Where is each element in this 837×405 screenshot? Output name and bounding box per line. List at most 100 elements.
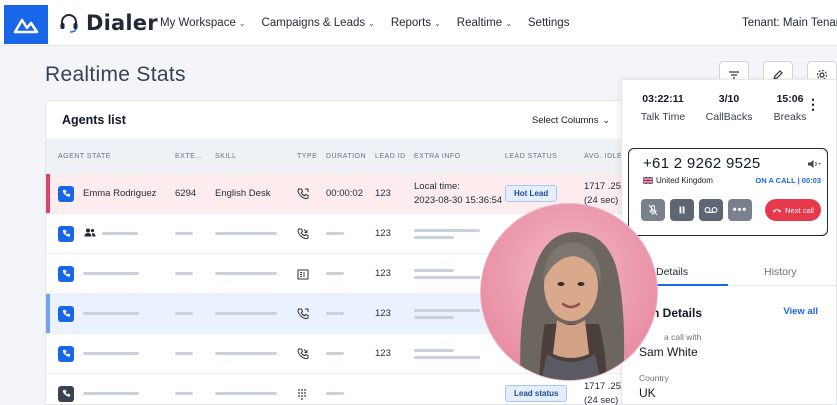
more-options-icon[interactable]: ⋮: [806, 96, 820, 113]
country-name: United Kingdom: [656, 176, 713, 185]
call-status: ON A CALL | 00:03: [755, 176, 821, 185]
chevron-down-icon: ⌄: [602, 114, 610, 125]
stat-talk-time: 03:22:11 Talk Time: [630, 93, 696, 123]
hang-up-icon: [773, 209, 782, 213]
select-columns-dropdown[interactable]: Select Columns ⌄: [532, 115, 610, 126]
duration-cell: [326, 214, 344, 253]
status-badge[interactable]: Lead status: [505, 385, 568, 402]
col-agent-state[interactable]: AGENT STATE: [58, 153, 111, 160]
stat-value: 03:22:11: [642, 93, 684, 105]
view-all-link[interactable]: View all: [783, 306, 818, 317]
nav-label: Realtime: [456, 17, 503, 29]
nav-label: Settings: [527, 17, 570, 29]
app-logo[interactable]: [4, 5, 48, 44]
col-avg-idle[interactable]: AVG. IDLE: [584, 153, 622, 160]
col-skill[interactable]: SKILL: [215, 153, 237, 160]
call-control-card: 03:22:11 Talk Time 3/10 CallBacks 15:06 …: [621, 79, 837, 405]
placeholder-bar: [414, 228, 480, 232]
outbound-call-icon: [297, 174, 309, 213]
stat-label: Talk Time: [640, 111, 686, 123]
skill-cell: [215, 334, 277, 373]
placeholder-bar: [175, 392, 193, 395]
duration-cell: [326, 294, 344, 333]
stat-label: CallBacks: [705, 111, 753, 123]
placeholder-bar: [414, 275, 480, 279]
nav-realtime[interactable]: Realtime ⌄: [457, 17, 512, 29]
next-call-label: Next call: [785, 205, 814, 215]
chevron-down-icon: ⌄: [434, 18, 441, 28]
brand-name: Dialer: [86, 11, 158, 35]
next-call-button[interactable]: Next call: [765, 199, 821, 221]
active-call-panel: +61 2 9262 9525 United Kingdom ON A CALL…: [628, 148, 828, 236]
extension-cell: [175, 334, 193, 373]
app-window: Dialer My Workspace ⌄ Campaigns & Leads ⌄ …: [0, 0, 837, 405]
placeholder-bar: [326, 232, 344, 235]
fax-icon: [297, 254, 309, 293]
col-type[interactable]: TYPE: [297, 153, 317, 160]
agent-state-cell: [58, 334, 139, 373]
details-section-title: n Details: [652, 306, 703, 320]
nav-reports[interactable]: Reports ⌄: [391, 17, 441, 29]
pause-icon: [679, 206, 685, 214]
extra-info-cell: [414, 334, 480, 373]
placeholder-bar: [102, 232, 138, 235]
status-badge[interactable]: Hot Lead: [505, 185, 558, 202]
placeholder-bar: [215, 232, 277, 235]
select-columns-label: Select Columns: [531, 114, 599, 126]
chevron-down-icon: ⌄: [238, 18, 246, 28]
agent-name: Emma Rodriguez: [83, 188, 157, 199]
phone-icon: [58, 385, 74, 402]
nav-my-workspace[interactable]: My Workspace ⌄: [160, 17, 246, 29]
stat-callbacks: 3/10 CallBacks: [696, 93, 762, 123]
in-call-label: a call with: [664, 332, 702, 342]
extension-cell: [175, 214, 193, 253]
skill-cell: English Desk: [215, 188, 271, 199]
placeholder-bar: [215, 352, 277, 355]
placeholder-bar: [414, 348, 454, 352]
col-lead-status[interactable]: LEAD STATUS: [505, 153, 557, 160]
duration-cell: [326, 254, 344, 293]
voicemail-icon: [704, 207, 718, 213]
placeholder-bar: [414, 268, 454, 272]
headset-icon: [60, 14, 78, 33]
agent-photo: [480, 203, 658, 381]
uk-flag-icon: [643, 177, 653, 184]
phone-icon: [58, 225, 74, 242]
phone-icon: [58, 265, 74, 282]
more-actions-button[interactable]: •••: [728, 199, 752, 221]
placeholder-bar: [326, 312, 344, 315]
outbound-call-icon: [297, 294, 309, 333]
tab-details[interactable]: Details: [656, 266, 688, 278]
page-title: Realtime Stats: [45, 63, 186, 86]
placeholder-bar: [326, 272, 344, 275]
nav-settings[interactable]: Settings: [528, 17, 570, 29]
mute-button[interactable]: [641, 199, 665, 221]
placeholder-bar: [215, 392, 277, 395]
extra-info-cell: [414, 254, 480, 293]
extension-cell: [175, 374, 193, 405]
placeholder-bar: [83, 392, 139, 395]
col-duration[interactable]: DURATION: [326, 153, 366, 160]
table-row[interactable]: Lead status 1717 .25 (24 sec): [46, 374, 624, 405]
hold-button[interactable]: [670, 199, 694, 221]
col-lead-id[interactable]: LEAD ID: [375, 153, 406, 160]
lead-id-cell: 123: [375, 188, 391, 199]
skill-cell: [215, 374, 277, 405]
duration-cell: 00:00:02: [326, 188, 363, 199]
phone-icon: [58, 185, 74, 202]
tenant-selector[interactable]: Tenant: Main Tenan: [742, 0, 837, 46]
skill-cell: [215, 254, 277, 293]
avg-idle-value: 1717 .25: [584, 380, 621, 392]
avg-idle-cell: 1717 .25 (24 sec): [584, 374, 621, 405]
extra-info-line: Local time:: [414, 180, 460, 192]
placeholder-bar: [414, 315, 454, 319]
nav-campaigns-leads[interactable]: Campaigns & Leads ⌄: [262, 17, 375, 29]
voicemail-button[interactable]: [699, 199, 723, 221]
volume-icon[interactable]: [807, 159, 821, 171]
extension-cell: 6294: [175, 188, 197, 199]
extra-info-line: 2023-08-30 15:36:54: [414, 194, 503, 206]
col-extra-info[interactable]: EXTRA INFO: [414, 153, 461, 160]
col-extension[interactable]: EXTE...: [175, 153, 203, 160]
tab-history[interactable]: History: [764, 266, 797, 278]
stat-value: 3/10: [718, 93, 740, 105]
